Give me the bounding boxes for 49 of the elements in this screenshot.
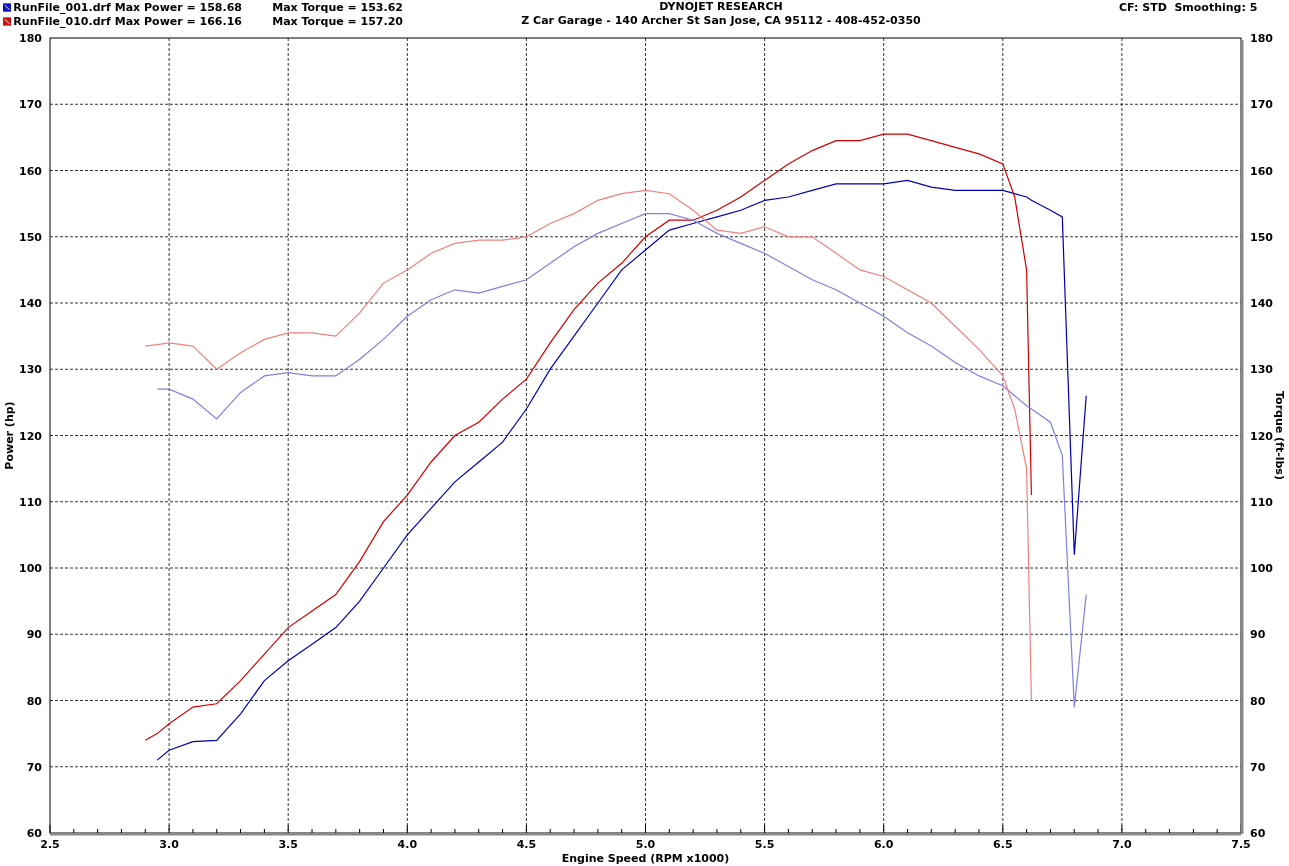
y-tick-label: 90 bbox=[1250, 628, 1266, 642]
y-tick-label: 130 bbox=[1250, 363, 1273, 377]
y-tick-label: 120 bbox=[19, 429, 42, 443]
x-tick-label: 4.5 bbox=[516, 838, 537, 851]
y-tick-label: 140 bbox=[19, 297, 42, 310]
x-tick-label: 2.5 bbox=[40, 838, 60, 851]
settings-text: CF: STD Smoothing: 5 bbox=[1119, 1, 1258, 14]
y-tick-label: 150 bbox=[1250, 230, 1273, 244]
y-tick-label: 150 bbox=[19, 230, 42, 244]
x-tick-label: 5.0 bbox=[635, 838, 656, 851]
y-tick-label: 170 bbox=[1250, 98, 1273, 112]
y-tick-label: 170 bbox=[19, 98, 42, 112]
y-axis-title: Power (hp) bbox=[3, 401, 16, 470]
y-tick-label: 180 bbox=[19, 32, 42, 45]
chart-title: DYNOJET RESEARCH bbox=[659, 0, 783, 14]
x-tick-label: 4.0 bbox=[397, 838, 418, 851]
y-tick-label: 60 bbox=[1250, 827, 1266, 840]
x-tick-label: 3.0 bbox=[159, 838, 179, 851]
x-tick-label: 6.0 bbox=[873, 838, 894, 851]
y-tick-label: 130 bbox=[19, 363, 42, 377]
y-tick-label: 70 bbox=[1250, 760, 1266, 774]
x-axis-title: Engine Speed (RPM x1000) bbox=[561, 852, 730, 865]
y-tick-label: 160 bbox=[19, 164, 42, 178]
x-tick-label: 3.5 bbox=[278, 838, 298, 851]
x-tick-label: 5.5 bbox=[754, 838, 775, 851]
y-tick-label: 80 bbox=[26, 694, 42, 708]
y-tick-label: 60 bbox=[26, 827, 42, 840]
y-tick-label: 80 bbox=[1250, 694, 1266, 708]
y-tick-label: 100 bbox=[1250, 562, 1273, 575]
y-tick-label: 140 bbox=[1250, 297, 1273, 310]
right-axis-title: Torque (ft-lbs) bbox=[1273, 391, 1286, 480]
x-tick-label: 7.0 bbox=[1112, 838, 1132, 851]
y-tick-label: 120 bbox=[1250, 429, 1273, 443]
x-tick-label: 7.5 bbox=[1231, 838, 1251, 851]
y-tick-label: 90 bbox=[26, 628, 42, 642]
y-tick-label: 110 bbox=[19, 495, 42, 509]
x-tick-label: 6.5 bbox=[993, 838, 1013, 851]
max-power-text: Max Power = 158.68 bbox=[114, 0, 243, 14]
y-tick-label: 70 bbox=[26, 760, 42, 774]
legend-file-name: RunFile_010.drf bbox=[13, 14, 111, 28]
y-tick-label: 100 bbox=[19, 562, 42, 575]
max-power-text: Max Power = 166.16 bbox=[114, 14, 243, 28]
chart-subtitle: Z Car Garage - 140 Archer St San Jose, CA 95112 - 408-452-0350 bbox=[521, 14, 921, 28]
y-tick-label: 110 bbox=[1250, 495, 1273, 509]
max-torque-text: Max Torque = 157.20 bbox=[272, 14, 403, 28]
max-torque-text: Max Torque = 153.62 bbox=[272, 0, 403, 14]
legend-file-name: RunFile_001.drf bbox=[13, 0, 111, 14]
y-tick-label: 160 bbox=[1250, 164, 1273, 178]
y-tick-label: 180 bbox=[1250, 32, 1273, 45]
